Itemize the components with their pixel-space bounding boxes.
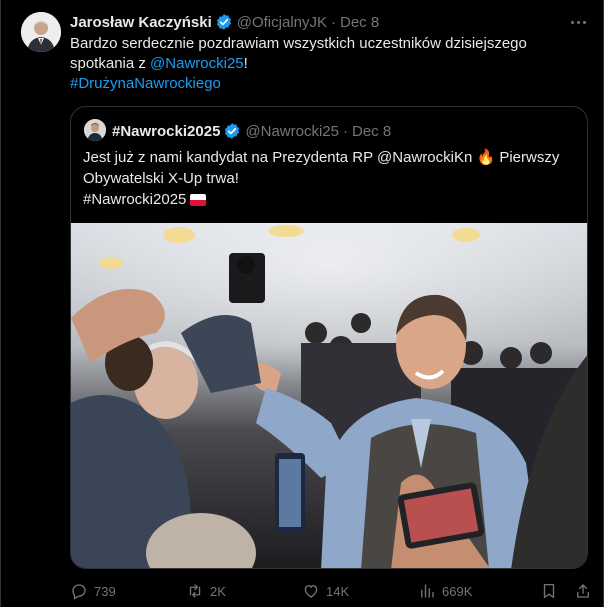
separator-dot: · [331, 13, 336, 31]
share-icon [577, 584, 589, 598]
tweet-actions: 739 2K 14K 669K [70, 580, 590, 602]
reply-count: 739 [94, 583, 116, 599]
like-button[interactable]: 14K [302, 580, 349, 602]
verified-badge-icon [223, 122, 241, 140]
tweet-text-part2: ! [243, 55, 248, 72]
quoted-author-avatar[interactable] [84, 119, 106, 141]
bookmark-icon [543, 583, 555, 599]
tweet-date[interactable]: Dec 8 [340, 14, 379, 31]
separator-dot: · [343, 122, 348, 140]
bookmark-button[interactable] [540, 580, 558, 602]
author-avatar[interactable] [21, 12, 61, 52]
quoted-author-name[interactable]: #Nawrocki2025 [112, 123, 220, 140]
tweet-header: Jarosław Kaczyński @OficjalnyJK · Dec 8 [70, 12, 379, 32]
tweet-text: Bardzo serdecznie pozdrawiam wszystkich … [70, 34, 590, 94]
quoted-text-line1a: Jest już z nami kandydat na Prezydenta R… [83, 149, 473, 166]
tweet-text-part1: Bardzo serdecznie pozdrawiam wszystkich … [70, 35, 527, 72]
reply-button[interactable]: 739 [70, 580, 116, 602]
quoted-header: #Nawrocki2025 @Nawrocki25 · Dec 8 [112, 121, 391, 141]
view-count: 669K [442, 583, 473, 599]
repost-icon [189, 584, 201, 598]
repost-count: 2K [210, 583, 226, 599]
quoted-hashtag-link[interactable]: #Nawrocki2025 [83, 191, 186, 208]
tweet-container[interactable]: Jarosław Kaczyński @OficjalnyJK · Dec 8 … [0, 0, 604, 607]
poland-flag-icon [190, 194, 207, 206]
quoted-text-line2: Obywatelski X-Up trwa! [83, 170, 239, 187]
campaign-photo[interactable] [71, 223, 588, 569]
share-button[interactable] [574, 580, 592, 602]
fire-emoji-icon: 🔥 [476, 149, 496, 166]
like-count: 14K [326, 583, 350, 599]
quoted-text-line1b: Pierwszy [499, 149, 560, 166]
quoted-tweet[interactable]: #Nawrocki2025 @Nawrocki25 · Dec 8 Jest j… [70, 106, 588, 569]
quoted-date[interactable]: Dec 8 [352, 123, 391, 140]
author-handle[interactable]: @OficjalnyJK [237, 14, 327, 31]
reply-icon [72, 584, 86, 600]
verified-badge-icon [215, 13, 233, 31]
quoted-text: Jest już z nami kandydat na Prezydenta R… [83, 147, 578, 210]
author-name[interactable]: Jarosław Kaczyński [70, 14, 212, 31]
more-options-icon[interactable] [567, 12, 589, 32]
views-icon [421, 584, 434, 598]
mention-link[interactable]: @Nawrocki25 [150, 55, 244, 72]
heart-icon [304, 585, 318, 598]
hashtag-link[interactable]: #DrużynaNawrockiego [70, 75, 221, 92]
views-button[interactable]: 669K [418, 580, 472, 602]
quoted-author-handle[interactable]: @Nawrocki25 [245, 123, 339, 140]
repost-button[interactable]: 2K [186, 580, 226, 602]
